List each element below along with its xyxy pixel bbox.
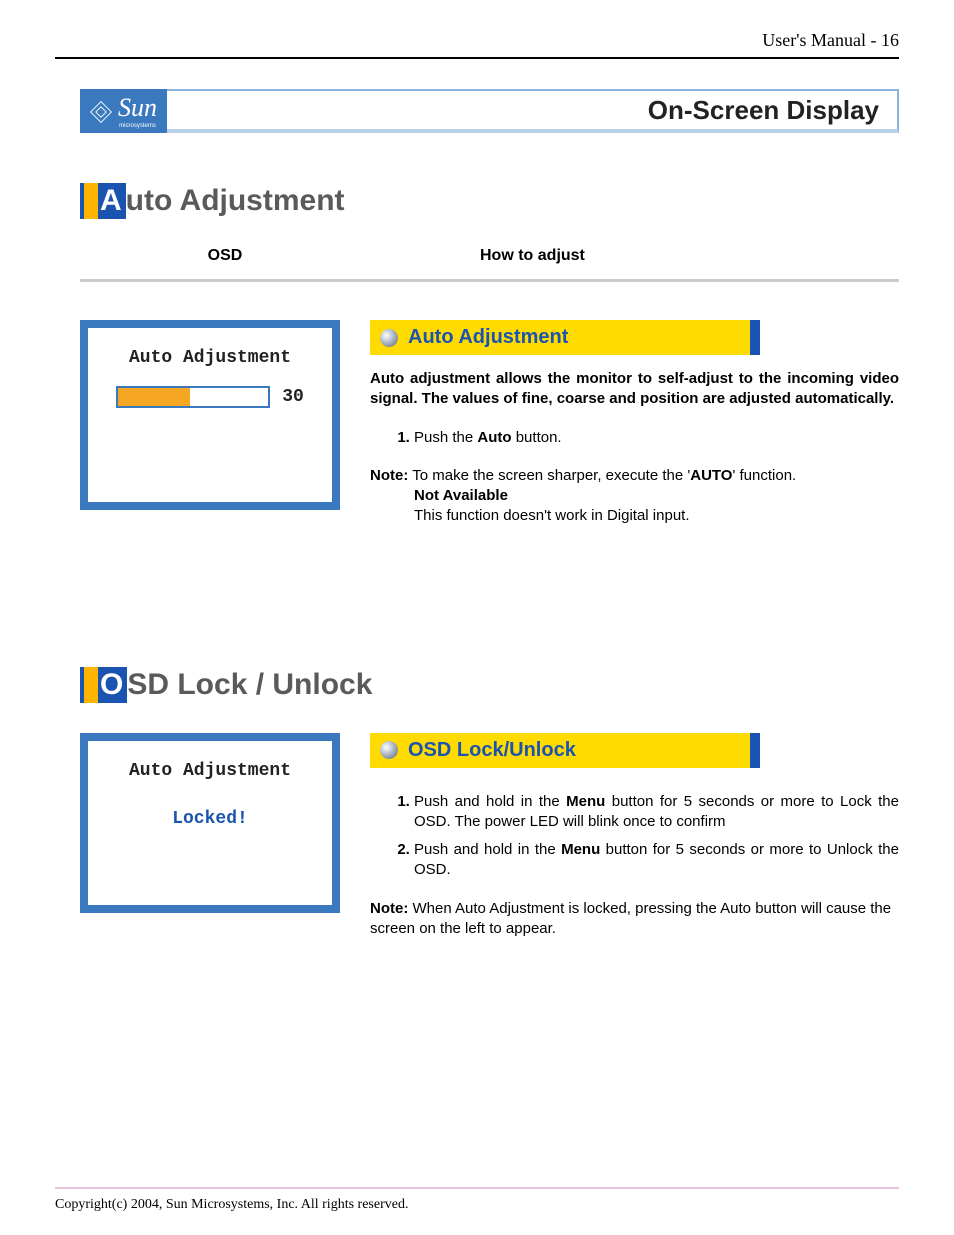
title-first-letter: O [98, 667, 127, 703]
yellow-title-text: OSD Lock/Unlock [408, 737, 576, 764]
section-title-osd-lock: O SD Lock / Unlock [80, 667, 899, 703]
note-label: Note: [370, 467, 408, 484]
note-row: Note: To make the screen sharper, execut… [370, 466, 899, 486]
col-how: How to adjust [370, 247, 899, 265]
progress-value: 30 [282, 387, 304, 407]
title-accent-bar [80, 183, 100, 219]
title-first-letter: A [98, 183, 126, 219]
brand-logo-box: Sun microsystems [80, 89, 167, 133]
page-header: User's Manual - 16 [55, 30, 899, 59]
title-rest: uto Adjustment [126, 183, 345, 219]
progress-bar [116, 386, 270, 408]
note-label: Note: [370, 900, 408, 917]
steps-list: Push the Auto button. [370, 428, 899, 448]
page-title: On-Screen Display [167, 89, 899, 133]
steps-list: Push and hold in the Menu button for 5 s… [370, 792, 899, 881]
locked-text: Locked! [100, 809, 320, 829]
brand-sub: microsystems [118, 123, 157, 129]
note-row: Note: When Auto Adjustment is locked, pr… [370, 899, 899, 940]
title-bar-row: Sun microsystems On-Screen Display [80, 89, 899, 133]
footer-copyright: Copyright(c) 2004, Sun Microsystems, Inc… [55, 1187, 899, 1213]
note-sub1: Not Available [414, 486, 899, 506]
brand-name: Sun [118, 95, 157, 121]
yellow-header-lock: OSD Lock/Unlock [370, 733, 760, 768]
osd-panel-title: Auto Adjustment [100, 348, 320, 368]
osd-panel-auto: Auto Adjustment 30 [80, 320, 340, 510]
osd-panel-title: Auto Adjustment [100, 761, 320, 781]
intro-text: Auto adjustment allows the monitor to se… [370, 369, 899, 410]
bullet-sphere-icon [380, 329, 398, 347]
yellow-header-auto: Auto Adjustment [370, 320, 760, 355]
column-headers: OSD How to adjust [80, 247, 899, 282]
bullet-sphere-icon [380, 741, 398, 759]
title-accent-bar [80, 667, 100, 703]
sun-logo-icon [90, 101, 112, 123]
step-1: Push and hold in the Menu button for 5 s… [414, 792, 899, 833]
note-sub2: This function doesn't work in Digital in… [414, 506, 899, 526]
step-1: Push the Auto button. [414, 428, 899, 448]
section-title-auto-adjustment: A uto Adjustment [80, 183, 899, 219]
title-rest: SD Lock / Unlock [127, 667, 372, 703]
progress-fill [118, 388, 190, 406]
step-2: Push and hold in the Menu button for 5 s… [414, 840, 899, 881]
osd-panel-lock: Auto Adjustment Locked! [80, 733, 340, 913]
col-osd: OSD [80, 247, 370, 265]
yellow-title-text: Auto Adjustment [408, 324, 568, 351]
